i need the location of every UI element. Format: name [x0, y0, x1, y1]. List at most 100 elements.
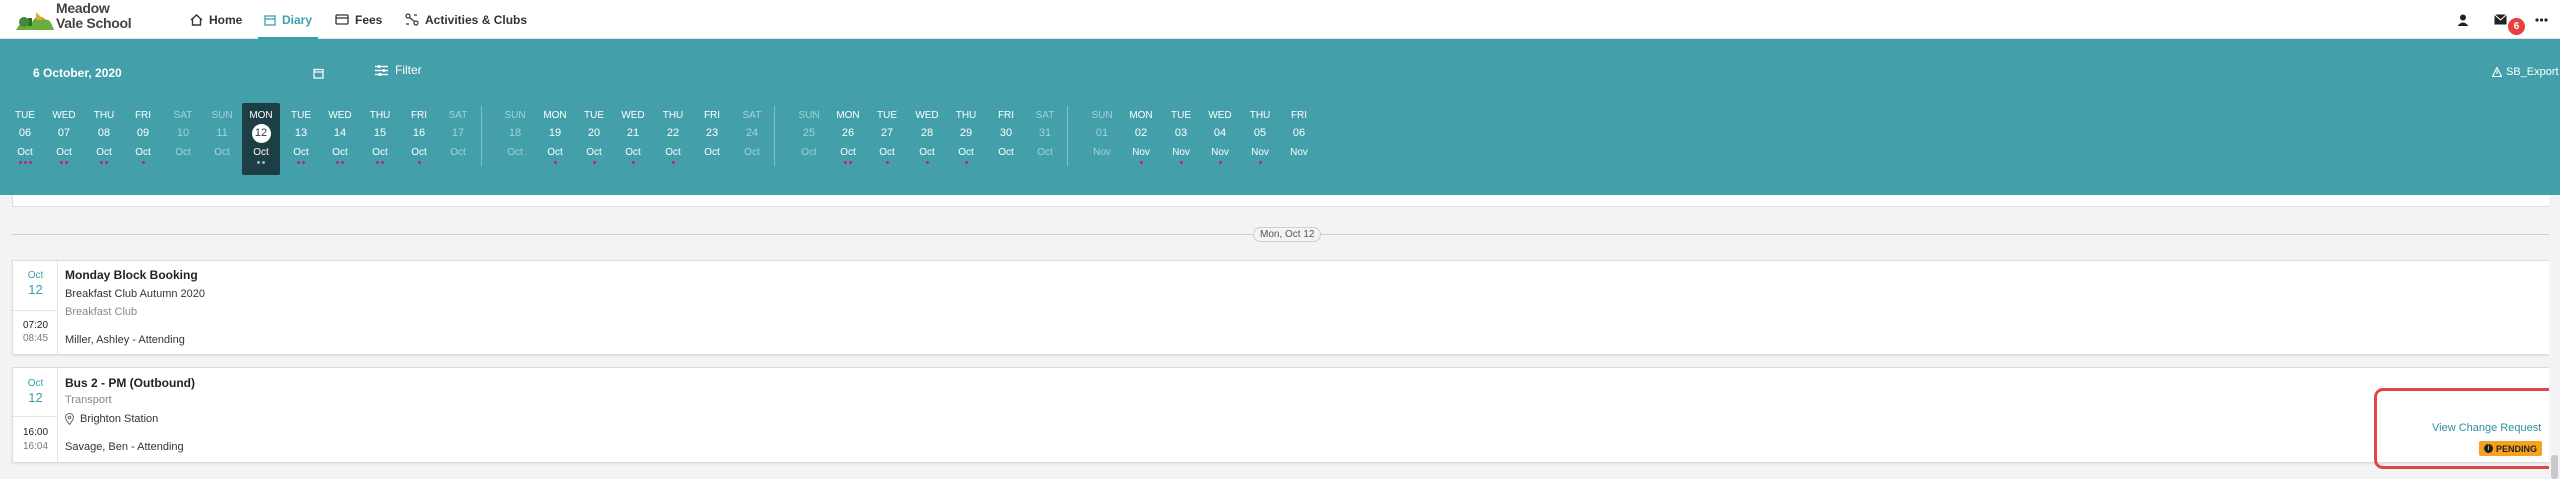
day-name: FRI [997, 110, 1015, 121]
day-cell[interactable]: THU 15 Oct [361, 103, 399, 175]
export-button[interactable]: SB_Export [2492, 66, 2559, 78]
event-dot [1258, 161, 1262, 164]
day-date-value: 19 [548, 127, 562, 139]
day-month: Nov [1172, 147, 1190, 158]
day-cell[interactable]: THU 05 Nov [1241, 103, 1279, 175]
day-cell[interactable]: TUE 03 Nov [1162, 103, 1200, 175]
scrollbar-thumb[interactable] [2551, 455, 2558, 479]
day-month: Oct [919, 147, 935, 158]
day-cell[interactable]: FRI 06 Nov [1280, 103, 1318, 175]
day-cell[interactable]: MON 02 Nov [1122, 103, 1160, 175]
school-logo[interactable]: Meadow Vale School [16, 0, 136, 39]
event-dots [400, 161, 438, 165]
day-name: THU [93, 110, 115, 121]
top-nav: Meadow Vale School Home Diary Fees Activ… [0, 0, 2560, 39]
event-dots [614, 161, 652, 165]
event-dots [124, 161, 162, 165]
day-cell[interactable]: SUN 11 Oct [203, 103, 241, 175]
event-dot [631, 161, 635, 164]
day-cell[interactable]: WED 04 Nov [1201, 103, 1239, 175]
day-cell[interactable]: MON 12 Oct [242, 103, 280, 175]
event-dot [417, 161, 421, 164]
event-month: Oct [27, 378, 44, 389]
event-dots [1122, 161, 1160, 165]
nav-fees[interactable]: Fees [335, 0, 382, 39]
event-dots [164, 161, 202, 165]
day-cell[interactable]: THU 08 Oct [85, 103, 123, 175]
day-cell[interactable]: TUE 20 Oct [575, 103, 613, 175]
event-attendee: Miller, Ashley - Attending [65, 334, 185, 346]
day-month: Oct [625, 147, 641, 158]
day-cell[interactable]: FRI 16 Oct [400, 103, 438, 175]
day-cell[interactable]: SUN 18 Oct [496, 103, 534, 175]
profile-button[interactable] [2457, 0, 2469, 39]
event-dots [242, 161, 280, 165]
event-attendee: Savage, Ben - Attending [65, 441, 184, 453]
event-dots [1201, 161, 1239, 165]
day-cell[interactable]: WED 28 Oct [908, 103, 946, 175]
day-cell[interactable]: THU 29 Oct [947, 103, 985, 175]
more-menu-button[interactable] [2535, 0, 2548, 39]
day-cell[interactable]: WED 21 Oct [614, 103, 652, 175]
day-month: Oct [17, 147, 33, 158]
day-month: Oct [56, 147, 72, 158]
day-cell[interactable]: TUE 13 Oct [282, 103, 320, 175]
event-dots [1241, 161, 1279, 165]
date-picker-button[interactable] [313, 66, 324, 84]
event-dot [105, 161, 108, 164]
day-date: 02 [1122, 127, 1160, 139]
nav-activities[interactable]: Activities & Clubs [405, 0, 527, 39]
day-cell[interactable]: TUE 27 Oct [868, 103, 906, 175]
day-cell[interactable]: FRI 30 Oct [987, 103, 1025, 175]
day-cell[interactable]: TUE 06 Oct [6, 103, 44, 175]
day-date-value: 25 [802, 127, 816, 139]
event-card[interactable]: Oct 12 07:20 08:45 Monday Block Booking … [12, 260, 2556, 355]
day-cell[interactable]: MON 19 Oct [536, 103, 574, 175]
day-cell[interactable]: SAT 24 Oct [733, 103, 771, 175]
day-cell[interactable]: SAT 10 Oct [164, 103, 202, 175]
day-name: FRI [703, 110, 721, 121]
day-date-value: 07 [57, 127, 71, 139]
day-cell[interactable]: SAT 31 Oct [1026, 103, 1064, 175]
event-dots [45, 161, 83, 165]
event-title: Bus 2 - PM (Outbound) [65, 376, 195, 390]
day-month: Oct [879, 147, 895, 158]
day-cell[interactable]: SAT 17 Oct [439, 103, 477, 175]
event-dot [844, 161, 847, 164]
day-month: Oct [958, 147, 974, 158]
day-name: SUN [798, 110, 820, 121]
event-location-label: Brighton Station [80, 413, 159, 425]
filter-button[interactable]: Filter [375, 63, 422, 77]
envelope-icon [2494, 14, 2507, 25]
day-cell[interactable]: THU 22 Oct [654, 103, 692, 175]
day-cell[interactable]: SUN 25 Oct [790, 103, 828, 175]
home-icon [190, 13, 203, 26]
school-name: Meadow Vale School [56, 1, 132, 31]
filter-icon [375, 64, 388, 76]
day-date: 30 [987, 127, 1025, 139]
day-name: TUE [584, 110, 604, 121]
day-date-value: 03 [1174, 127, 1188, 139]
day-month: Oct [507, 147, 523, 158]
day-cell[interactable]: WED 14 Oct [321, 103, 359, 175]
day-month: Oct [998, 147, 1014, 158]
event-card[interactable]: Oct 12 16:00 16:04 Bus 2 - PM (Outbound)… [12, 367, 2556, 463]
day-date: 06 [1280, 127, 1318, 139]
ellipsis-icon [2535, 17, 2548, 22]
day-date-value: 26 [841, 127, 855, 139]
scrollbar-track[interactable] [2549, 195, 2560, 479]
day-month: Oct [704, 147, 720, 158]
day-name: THU [662, 110, 684, 121]
event-dot [18, 161, 22, 164]
nav-diary[interactable]: Diary [257, 0, 319, 39]
day-cell[interactable]: FRI 09 Oct [124, 103, 162, 175]
nav-home[interactable]: Home [190, 0, 242, 39]
event-dot [553, 161, 557, 164]
day-cell[interactable]: FRI 23 Oct [693, 103, 731, 175]
view-change-request-link[interactable]: View Change Request [2432, 422, 2541, 434]
day-cell[interactable]: WED 07 Oct [45, 103, 83, 175]
messages-button[interactable] [2494, 0, 2507, 39]
day-cell[interactable]: SUN 01 Nov [1083, 103, 1121, 175]
event-dots [203, 161, 241, 165]
day-cell[interactable]: MON 26 Oct [829, 103, 867, 175]
